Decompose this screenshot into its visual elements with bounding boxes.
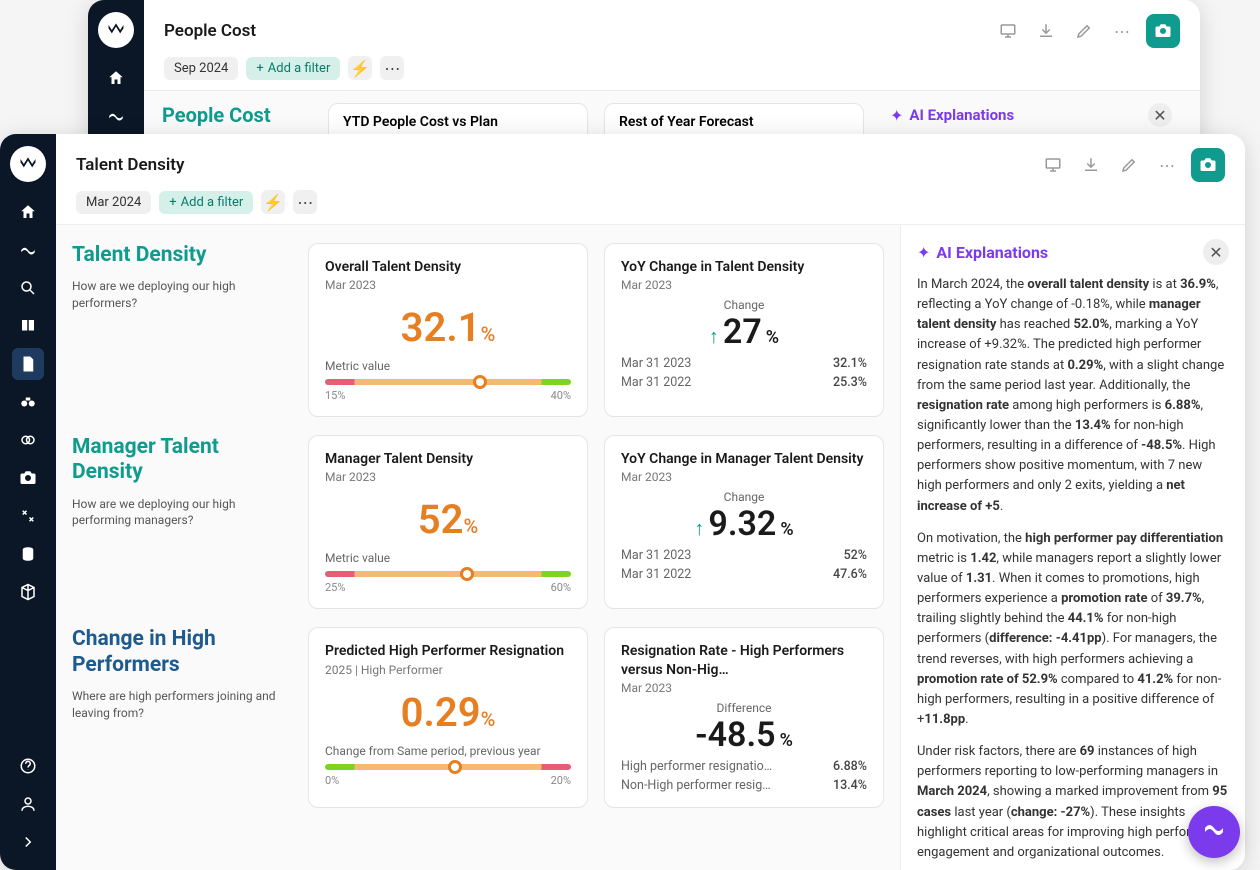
wave-icon[interactable] (100, 100, 132, 132)
search-icon[interactable] (12, 272, 44, 304)
page-title: Talent Density (76, 155, 1031, 175)
close-icon[interactable]: ✕ (1203, 239, 1229, 265)
binoculars-icon[interactable] (12, 386, 44, 418)
app-logo[interactable] (10, 146, 46, 182)
wave-icon[interactable] (12, 234, 44, 266)
section-heading: Manager Talent Density (72, 435, 292, 485)
ai-panel: ✦ AI Explanations ✕ In March 2024, the o… (900, 225, 1245, 870)
overlap-icon[interactable] (12, 424, 44, 456)
download-icon[interactable] (1032, 17, 1060, 45)
section-heading: Talent Density (72, 243, 292, 268)
date-chip[interactable]: Sep 2024 (164, 57, 238, 80)
arrow-up-icon: ↑ (694, 516, 704, 541)
card-resignation-diff[interactable]: Resignation Rate - High Performers versu… (604, 627, 884, 807)
header-front: Talent Density ⋯ Mar 2024 +Add a filter … (56, 134, 1245, 225)
help-icon[interactable] (12, 750, 44, 782)
arrow-up-icon: ↑ (709, 324, 719, 349)
change-value: ↑9.32% (621, 504, 867, 544)
row-manager-density: Manager Talent Density How are we deploy… (72, 435, 884, 609)
sparkle-icon: ✦ (917, 243, 930, 262)
row-change-hp: Change in High Performers Where are high… (72, 627, 884, 807)
present-icon[interactable] (1039, 151, 1067, 179)
add-filter-button[interactable]: +Add a filter (159, 191, 253, 214)
card-yoy-manager[interactable]: YoY Change in Manager Talent Density Mar… (604, 435, 884, 609)
camera-icon[interactable] (12, 462, 44, 494)
card-manager-density[interactable]: Manager Talent Density Mar 2023 52% Metr… (308, 435, 588, 609)
metric-value: 52% (325, 496, 571, 543)
edit-icon[interactable] (1115, 151, 1143, 179)
present-icon[interactable] (994, 17, 1022, 45)
sparkle-icon: ✦ (890, 106, 903, 125)
date-chip[interactable]: Mar 2024 (76, 191, 151, 214)
add-filter-button[interactable]: +Add a filter (246, 57, 340, 80)
more-icon[interactable]: ⋯ (1108, 17, 1136, 45)
close-icon[interactable]: ✕ (1148, 103, 1172, 127)
section-desc: How are we deploying our high performers… (72, 278, 292, 312)
slider (325, 764, 571, 770)
content-main: Talent Density How are we deploying our … (56, 225, 900, 870)
window-talent-density: Talent Density ⋯ Mar 2024 +Add a filter … (0, 134, 1245, 870)
change-value: -48.5% (621, 715, 867, 755)
download-icon[interactable] (1077, 151, 1105, 179)
content-front: Talent Density How are we deploying our … (56, 225, 1245, 870)
user-icon[interactable] (12, 788, 44, 820)
more-filters-icon[interactable]: ⋯ (293, 190, 317, 214)
book-icon[interactable] (12, 310, 44, 342)
assistant-fab[interactable] (1188, 806, 1240, 858)
row-talent-density: Talent Density How are we deploying our … (72, 243, 884, 417)
bolt-icon[interactable]: ⚡ (261, 190, 285, 214)
section-desc: Where are high performers joining and le… (72, 688, 292, 722)
edit-icon[interactable] (1070, 17, 1098, 45)
more-filters-icon[interactable]: ⋯ (380, 56, 404, 80)
section-heading: Change in High Performers (72, 627, 292, 677)
slider (325, 379, 571, 385)
home-icon[interactable] (12, 196, 44, 228)
page-title: People Cost (164, 21, 986, 41)
camera-button[interactable] (1146, 14, 1180, 48)
sidebar-front (0, 134, 56, 870)
metric-value: 0.29% (325, 689, 571, 736)
change-value: ↑27% (621, 312, 867, 352)
report-icon[interactable] (12, 348, 44, 380)
header-back: People Cost ⋯ Sep 2024 +Add a filter ⚡ ⋯ (144, 0, 1200, 91)
bolt-icon[interactable]: ⚡ (348, 56, 372, 80)
cube-icon[interactable] (12, 576, 44, 608)
ai-title: AI Explanations (936, 243, 1197, 262)
metric-value: 32.1% (325, 304, 571, 351)
more-icon[interactable]: ⋯ (1153, 151, 1181, 179)
database-icon[interactable] (12, 538, 44, 570)
strategy-icon[interactable] (12, 500, 44, 532)
home-icon[interactable] (100, 62, 132, 94)
card-overall-density[interactable]: Overall Talent Density Mar 2023 32.1% Me… (308, 243, 588, 417)
ai-body: In March 2024, the overall talent densit… (917, 275, 1229, 863)
card-yoy-overall[interactable]: YoY Change in Talent Density Mar 2023 Ch… (604, 243, 884, 417)
main-front: Talent Density ⋯ Mar 2024 +Add a filter … (56, 134, 1245, 870)
section-desc: How are we deploying our high performing… (72, 496, 292, 530)
camera-button[interactable] (1191, 148, 1225, 182)
slider (325, 571, 571, 577)
app-logo[interactable] (98, 12, 134, 48)
card-predicted-resignation[interactable]: Predicted High Performer Resignation 202… (308, 627, 588, 807)
chevron-right-icon[interactable] (12, 826, 44, 858)
ai-title: AI Explanations (909, 106, 1142, 124)
